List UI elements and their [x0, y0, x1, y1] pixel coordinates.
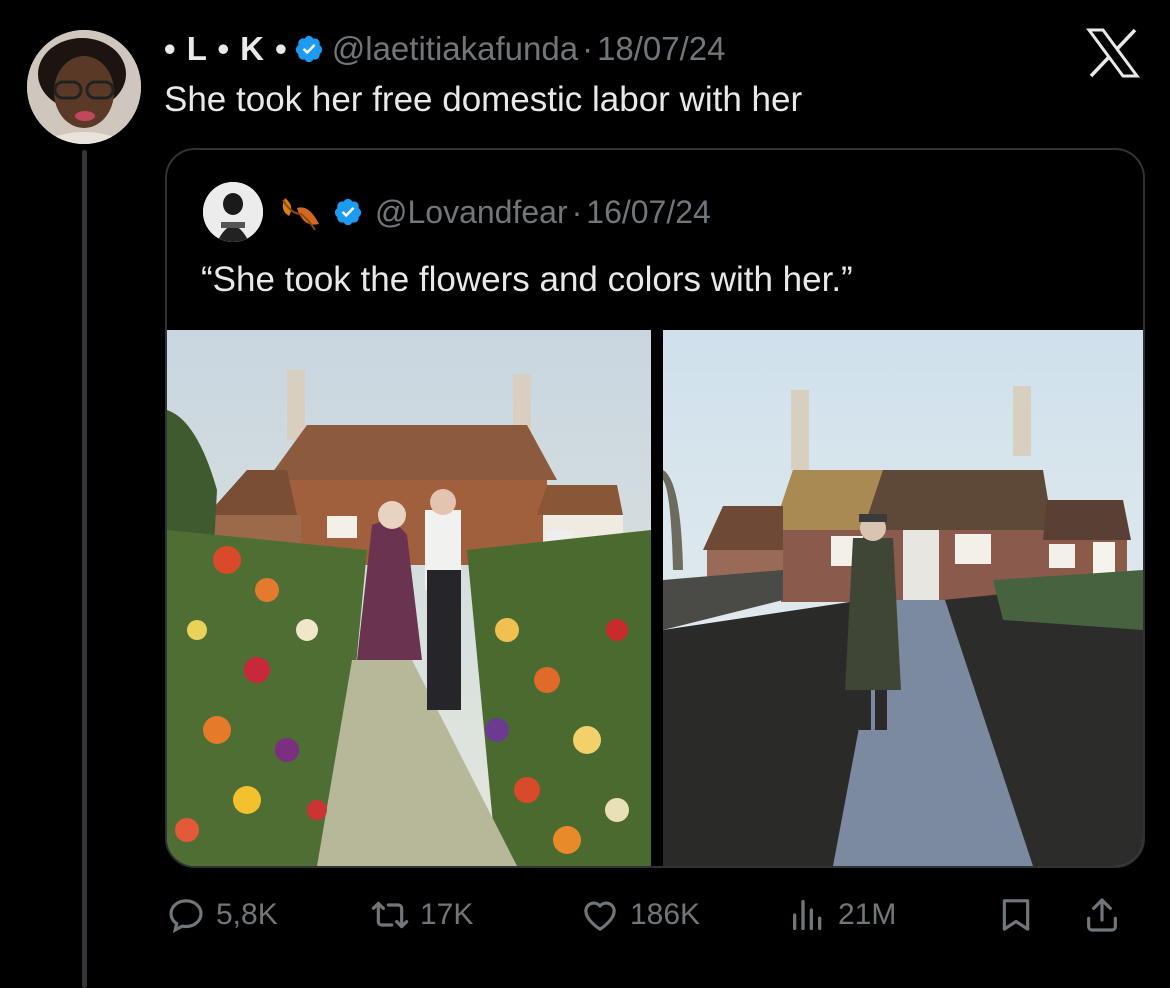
verified-badge-icon [295, 35, 322, 63]
quoted-tweet-text: “She took the flowers and colors with he… [201, 260, 853, 299]
view-count: 21M [838, 898, 897, 931]
author-avatar[interactable] [27, 30, 141, 144]
quoted-author-avatar[interactable] [203, 182, 263, 242]
photo-man-bare-garden[interactable] [663, 330, 1143, 866]
x-logo-icon [1086, 28, 1140, 78]
photo-couple-flower-garden[interactable] [167, 330, 651, 866]
reply-button[interactable]: 5,8K [166, 890, 278, 940]
share-button[interactable] [1082, 890, 1122, 940]
author-handle[interactable]: @laetitiakafunda [332, 30, 578, 68]
like-count: 186K [630, 898, 701, 931]
reply-icon [169, 899, 203, 934]
bookmark-icon [1002, 899, 1030, 931]
repost-icon [371, 901, 409, 929]
tweet-actions: 5,8K 17K 186K 21M [0, 890, 1170, 940]
share-icon [1087, 898, 1117, 932]
autumn-leaf-icon [282, 198, 319, 231]
reply-count: 5,8K [216, 898, 278, 931]
quoted-tweet-header: @Lovandfear · 16/07/24 [203, 180, 711, 244]
bookmark-button[interactable] [996, 890, 1036, 940]
author-display-name[interactable]: • L • K • [164, 30, 288, 68]
like-button[interactable]: 186K [580, 890, 700, 940]
views-icon [793, 900, 822, 930]
tweet-text: She took her free domestic labor with he… [164, 80, 803, 119]
repost-button[interactable]: 17K [370, 890, 473, 940]
tweet-header: • L • K • @laetitiakafunda · 18/07/24 [164, 24, 726, 74]
quoted-author-handle[interactable]: @Lovandfear [375, 194, 568, 231]
heart-icon [584, 901, 616, 931]
tweet-date[interactable]: 18/07/24 [597, 30, 725, 68]
verified-badge-icon [334, 198, 362, 226]
quoted-tweet-date[interactable]: 16/07/24 [586, 194, 711, 231]
repost-count: 17K [420, 898, 474, 931]
quoted-tweet[interactable]: @Lovandfear · 16/07/24 “She took the flo… [165, 148, 1145, 868]
header-separator: · [582, 30, 594, 67]
views-button[interactable]: 21M [788, 890, 896, 940]
thread-line [82, 150, 87, 988]
quoted-header-separator: · [571, 193, 583, 230]
